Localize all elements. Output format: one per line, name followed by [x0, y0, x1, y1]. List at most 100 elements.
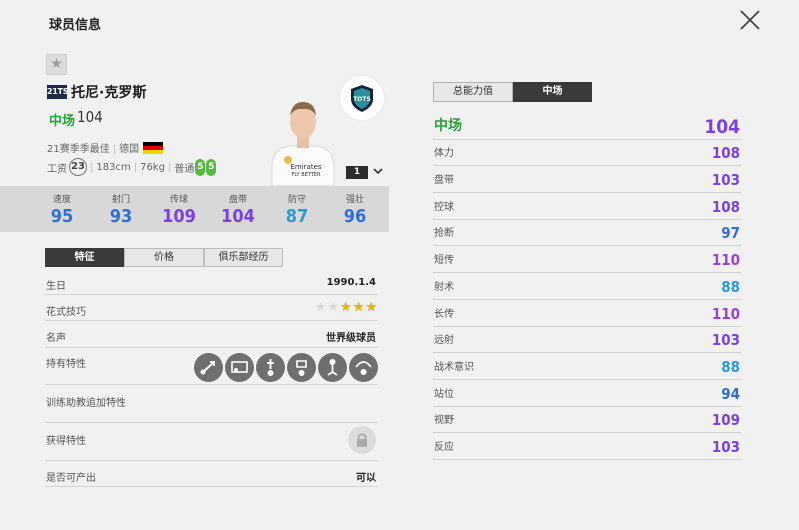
attribute-row: 站位 94 — [433, 380, 741, 407]
info-row-skill-moves: 花式技巧 ★ ★ ★ ★ ★ — [45, 295, 378, 321]
favorite-star-button[interactable]: ★ — [46, 54, 67, 75]
attribute-label: 短传 — [434, 255, 454, 267]
physical-info: 工资 23 | 183cm | 76kg | 普通 5 5 — [47, 158, 217, 176]
attribute-label: 远射 — [434, 335, 454, 347]
attribute-label: 反应 — [434, 441, 454, 453]
svg-text:Emirates: Emirates — [290, 163, 321, 171]
acquired-traits-label: 获得特性 — [46, 436, 86, 447]
attribute-row: 控球 108 — [433, 193, 741, 220]
page-title: 球员信息 — [49, 18, 102, 33]
stat-value: 96 — [343, 206, 367, 227]
chevron-down-icon[interactable] — [372, 165, 384, 177]
info-row-coach-traits: 训练助教追加特性 — [45, 385, 378, 423]
attribute-value: 109 — [711, 411, 740, 430]
trait-icons — [194, 353, 378, 382]
attribute-value: 103 — [711, 437, 740, 456]
fame-value: 世界级球员 — [326, 333, 376, 344]
germany-flag-icon — [143, 142, 164, 154]
stat-defending: 防守 87 — [272, 186, 322, 227]
attribute-row: 战术意识 88 — [433, 353, 741, 380]
info-row-fame: 名声 世界级球员 — [45, 321, 378, 348]
info-row-traits: 持有特性 — [45, 348, 378, 385]
enhance-level-badge[interactable]: 1 — [346, 166, 368, 179]
star-empty-icon: ★ — [314, 300, 327, 315]
star-filled-icon: ★ — [352, 300, 365, 315]
stat-pace: 速度 95 — [37, 186, 87, 227]
attribute-label: 射术 — [434, 281, 454, 293]
attribute-value: 94 — [721, 384, 740, 403]
season-badge: 21TS — [47, 85, 68, 99]
attribute-label: 视野 — [434, 415, 454, 427]
player-overall: 104 — [77, 108, 103, 126]
coach-traits-label: 训练助教追加特性 — [46, 398, 126, 409]
stat-label: 速度 — [52, 195, 71, 205]
attribute-row: 抢断 97 — [433, 220, 741, 247]
stat-label: 传球 — [169, 195, 188, 205]
stat-passing: 传球 109 — [154, 186, 204, 227]
tab-overall-ability[interactable]: 总能力值 — [433, 82, 513, 102]
attribute-label: 站位 — [434, 388, 454, 400]
attribute-row: 射术 88 — [433, 273, 741, 300]
close-icon[interactable] — [738, 8, 762, 32]
attribute-value: 108 — [711, 197, 740, 216]
finesse-shot-icon[interactable] — [225, 353, 254, 382]
player-position: 中场 — [49, 114, 76, 129]
birthday-label: 生日 — [46, 281, 66, 292]
attribute-row: 短传 110 — [433, 246, 741, 274]
star-empty-icon: ★ — [327, 300, 340, 315]
stat-dribbling: 盘带 104 — [213, 186, 263, 227]
tab-midfield[interactable]: 中场 — [513, 82, 592, 102]
power-header-icon[interactable] — [318, 353, 347, 382]
attribute-value: 108 — [711, 144, 740, 163]
attribute-row: 盘带 103 — [433, 166, 741, 194]
long-pass-icon[interactable] — [194, 353, 223, 382]
wage-badge: 23 — [69, 158, 87, 176]
playmaker-icon[interactable] — [256, 353, 285, 382]
stat-value: 95 — [50, 206, 74, 227]
body-type: 普通 — [174, 163, 195, 175]
tab-traits[interactable]: 特征 — [45, 248, 124, 267]
attribute-row: 视野 109 — [433, 407, 741, 434]
stat-label: 射门 — [111, 195, 130, 205]
producible-value: 可以 — [356, 473, 376, 484]
right-foot-badge: 5 — [206, 158, 217, 176]
fame-label: 名声 — [46, 333, 66, 344]
producible-label: 是否可产出 — [46, 473, 96, 484]
lock-icon — [348, 426, 376, 454]
attribute-header-value: 104 — [704, 115, 740, 138]
attribute-list: 中场 104 体力 108 盘带 103 控球 108 抢断 97 短传 110 射术 88 长传 110… — [433, 113, 741, 460]
long-shot-icon[interactable] — [287, 353, 316, 382]
info-row-birthday: 生日 1990.1.4 — [45, 270, 378, 295]
summary-stats-bar: 速度 95 射门 93 传球 109 盘带 104 防守 87 强壮 96 — [0, 186, 389, 232]
wage-label: 工资 — [47, 163, 67, 175]
season-text: 21赛季季最佳 — [47, 144, 110, 155]
through-ball-icon[interactable] — [349, 353, 378, 382]
player-photo: Emirates FLY BETTER — [271, 102, 335, 186]
skill-moves-label: 花式技巧 — [46, 307, 86, 318]
ability-tabs: 总能力值 中场 — [433, 82, 592, 102]
attribute-row: 反应 103 — [433, 433, 741, 460]
attribute-value: 110 — [711, 304, 740, 323]
star-filled-icon: ★ — [340, 300, 352, 315]
info-row-acquired-traits: 获得特性 — [45, 423, 378, 461]
stat-shooting: 射门 93 — [96, 186, 146, 227]
info-table: 生日 1990.1.4 花式技巧 ★ ★ ★ ★ ★ 名声 世界级球员 持有特性 训练助… — [45, 270, 378, 487]
attribute-label: 盘带 — [434, 175, 454, 187]
season-info: 21赛季季最佳 | 德国 — [47, 140, 164, 155]
attribute-label: 长传 — [434, 308, 454, 320]
attribute-value: 110 — [711, 251, 740, 270]
tab-price[interactable]: 价格 — [124, 248, 204, 267]
tots-logo-text: TOTS — [353, 96, 371, 103]
stat-value: 104 — [221, 206, 255, 227]
attribute-value: 88 — [721, 357, 740, 376]
tots-logo: TOTS — [340, 76, 384, 120]
attribute-value: 97 — [721, 224, 740, 243]
tab-club-history[interactable]: 俱乐部经历 — [204, 248, 283, 267]
skill-stars: ★ ★ ★ ★ ★ — [315, 301, 377, 314]
attribute-label: 体力 — [434, 148, 454, 160]
stat-value: 109 — [162, 206, 196, 227]
attribute-label: 控球 — [434, 201, 454, 213]
attribute-row: 远射 103 — [433, 327, 741, 354]
attribute-row: 长传 110 — [433, 300, 741, 327]
stat-value: 87 — [285, 206, 309, 227]
